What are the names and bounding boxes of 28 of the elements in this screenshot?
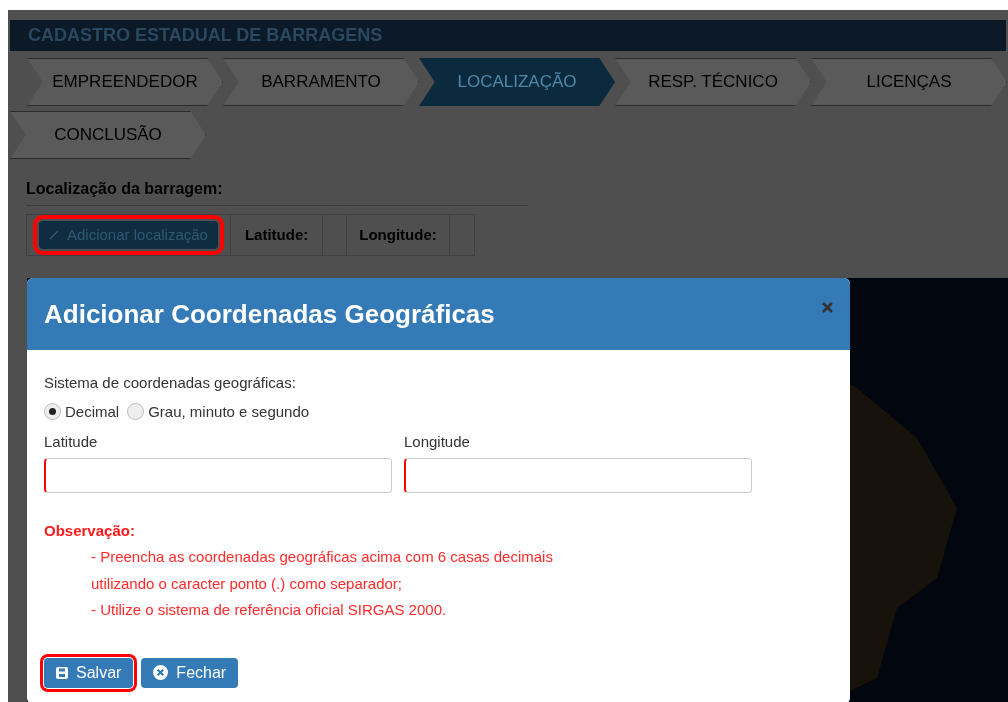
latitude-label: Latitude: (230, 215, 324, 255)
coordinate-input[interactable] (44, 457, 392, 493)
note-text: - Preencha as coordenadas geográficas acima com 6 casas decimais (91, 547, 554, 567)
radio-label: Decimal (65, 401, 120, 422)
step-tab[interactable]: RESP. TÉCNICO (615, 58, 811, 106)
section-label: Localização da barragem: (26, 177, 528, 206)
field-label: Latitude (44, 432, 99, 452)
close-button[interactable]: Fechar (141, 657, 239, 688)
note-title: Observação: (44, 520, 136, 541)
step-tab[interactable]: LICENÇAS (811, 58, 1007, 106)
close-icon[interactable] (822, 301, 833, 313)
note-text: utilizando o caracter ponto (.) como separador; (91, 573, 403, 594)
note-text: - Utilize o sistema de referência oficial SIRGAS 2000. (91, 600, 448, 620)
dialog-title: Adicionar Coordenadas Geográficas (44, 297, 495, 331)
app-title: CADASTRO ESTADUAL DE BARRAGENS (28, 24, 383, 47)
longitude-label: Longitude: (347, 215, 450, 255)
radio-button[interactable] (44, 403, 61, 421)
radio-button[interactable] (127, 403, 145, 421)
pencil-icon (49, 230, 59, 240)
radio-label: Grau, minuto e segundo (148, 401, 310, 422)
field-label: Longitude (404, 432, 471, 452)
close-circle-icon (153, 665, 169, 680)
coordinate-system-label: Sistema de coordenadas geográficas: (44, 373, 297, 393)
step-tab[interactable]: EMPREENDEDOR (27, 58, 223, 106)
step-tab[interactable]: CONCLUSÃO (10, 111, 206, 159)
coordinate-input[interactable] (404, 457, 752, 493)
step-tab[interactable]: BARRAMENTO (223, 58, 419, 106)
step-tab[interactable]: LOCALIZAÇÃO (419, 58, 615, 106)
